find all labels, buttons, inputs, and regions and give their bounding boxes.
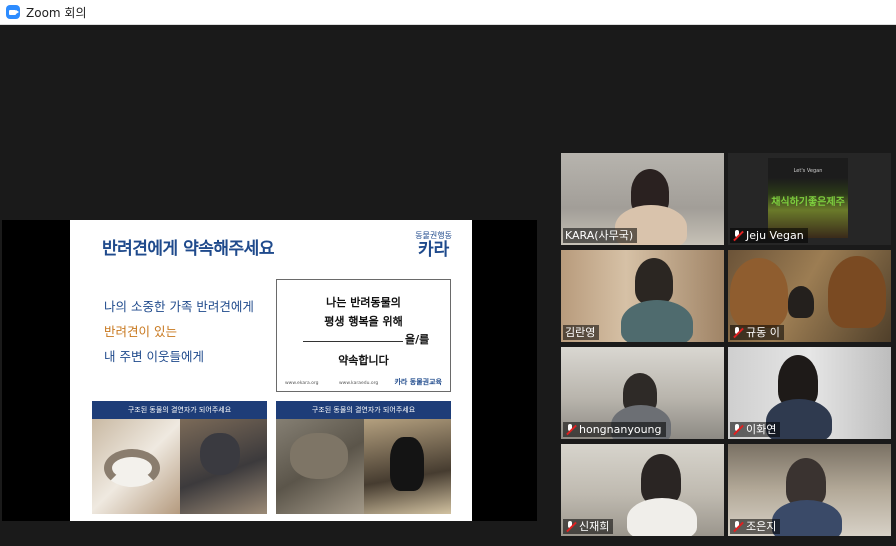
cat-photo [180,419,267,514]
slide-message: 내 주변 이웃들에게 [104,349,204,364]
pledge-card: 나는 반려동물의 평생 행복을 위해 을/를 약속합니다 www.ekara.o… [276,279,451,392]
slide-title: 반려견에게 약속해주세요 [102,239,274,259]
vegan-sign: Let's Vegan 채식하기좋은제주 [768,158,848,238]
window-titlebar: Zoom 회의 [0,0,896,25]
participant-name: 신재희 [579,520,610,533]
presentation-slide: 반려견에게 약속해주세요 동물권행동 카라 나의 소중한 가족 반려견에게 반려… [70,220,472,521]
adoption-card: 구조된 동물의 결연자가 되어주세요 [92,401,267,514]
muted-mic-icon [565,424,575,435]
participant-name-label: 신재희 [563,519,614,534]
muted-mic-icon [732,424,742,435]
video-tile[interactable]: 조은지 [728,444,891,536]
participant-name-label: Jeju Vegan [730,228,808,243]
brand-big-text: 카라 [417,240,450,260]
pledge-url: www.ekara.org [285,381,319,386]
muted-mic-icon [732,327,742,338]
card-heading: 구조된 동물의 결연자가 되어주세요 [276,401,451,419]
video-tile[interactable]: Let's Vegan 채식하기좋은제주 Jeju Vegan [728,153,891,245]
participant-name: 김란영 [565,326,596,339]
video-tile[interactable]: 이화연 [728,347,891,439]
dog-photo [364,419,451,514]
vegan-sign-text: 채식하기좋은제주 [771,197,845,208]
pledge-logo: 카라 동물권교육 [394,378,442,386]
slide-message: 반려견이 있는 [104,324,177,339]
window-title: Zoom 회의 [26,5,87,20]
participant-name-label: 김란영 [563,325,600,340]
cat-photo [92,419,180,514]
pledge-line: 평생 행복을 위해 [324,315,403,328]
participant-name-label: 이화연 [730,422,781,437]
muted-mic-icon [565,521,575,532]
cat-photo [276,419,364,514]
pledge-line: 나는 반려동물의 [326,296,401,309]
muted-mic-icon [732,230,742,241]
participant-name: hongnanyoung [579,423,662,436]
slide-message: 나의 소중한 가족 반려견에게 [104,299,254,314]
participant-name: 이화연 [746,423,777,436]
participant-name: Jeju Vegan [746,229,804,242]
video-tile[interactable]: hongnanyoung [561,347,724,439]
pledge-blank-line [303,341,403,342]
video-tile[interactable]: 신재희 [561,444,724,536]
video-tile[interactable]: KARA(사무국) [561,153,724,245]
pledge-line: 약속합니다 [338,354,389,367]
meeting-area: 반려견에게 약속해주세요 동물권행동 카라 나의 소중한 가족 반려견에게 반려… [0,26,896,546]
vegan-sign-small-text: Let's Vegan [793,168,823,174]
pledge-particle: 을/를 [405,333,430,346]
muted-mic-icon [732,521,742,532]
shared-screen[interactable]: 반려견에게 약속해주세요 동물권행동 카라 나의 소중한 가족 반려견에게 반려… [2,220,537,521]
pledge-url: www.karaedu.org [339,381,379,386]
participant-name: 규동 이 [746,326,780,339]
adoption-card: 구조된 동물의 결연자가 되어주세요 [276,401,451,514]
participant-name-label: hongnanyoung [563,422,666,437]
zoom-camera-icon [6,5,20,19]
participant-name-label: 규동 이 [730,325,784,340]
participant-name: KARA(사무국) [565,229,634,242]
participant-name-label: 조은지 [730,519,781,534]
video-tile[interactable]: 규동 이 [728,250,891,342]
video-tile[interactable]: 김란영 [561,250,724,342]
participant-name-label: KARA(사무국) [563,228,638,243]
participant-name: 조은지 [746,520,777,533]
kara-logo: 동물권행동 카라 [415,230,452,259]
card-heading: 구조된 동물의 결연자가 되어주세요 [92,401,267,419]
